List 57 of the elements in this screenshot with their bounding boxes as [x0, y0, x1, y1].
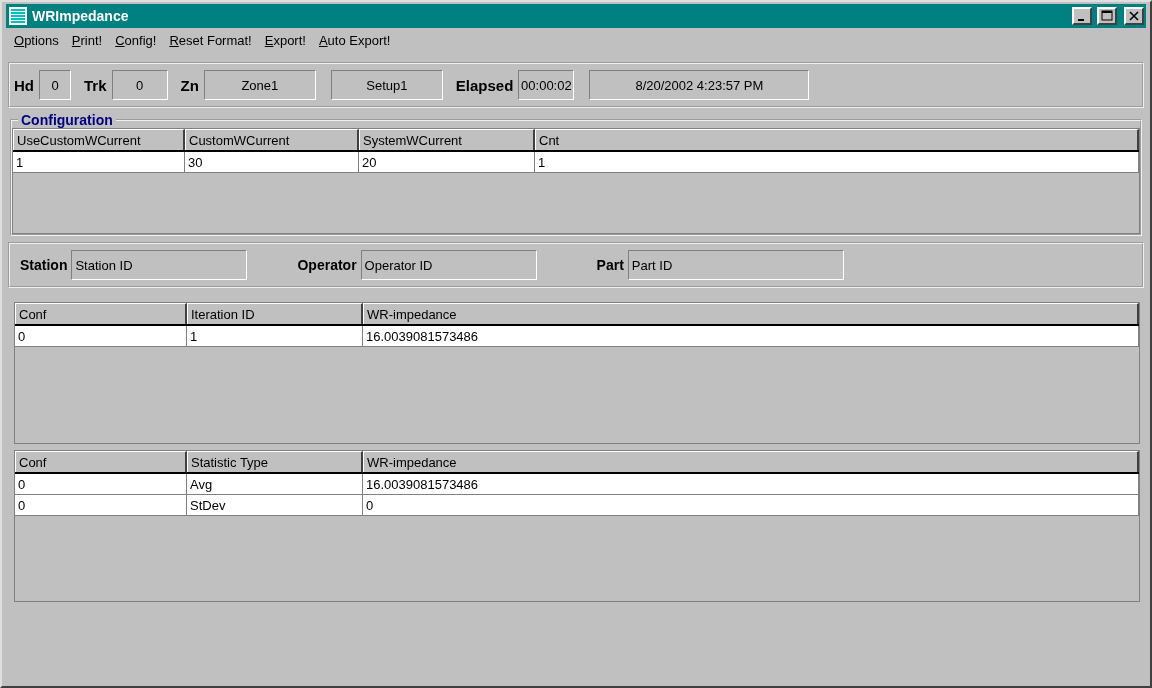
app-icon [9, 7, 27, 25]
table-cell: 0 [363, 495, 1139, 515]
maximize-button[interactable] [1097, 7, 1117, 25]
readout-field: 0 [111, 70, 168, 100]
id-field: Operator ID [360, 250, 537, 280]
field-label: Hd [14, 76, 34, 94]
field-label: Trk [84, 76, 107, 94]
window-title: WRImpedance [32, 8, 130, 24]
id-field: Station ID [71, 250, 248, 280]
column-header[interactable]: WR-impedance [363, 451, 1139, 472]
field-label: Elapsed [455, 76, 514, 94]
field-label: Zn [180, 76, 199, 94]
maximize-icon [1101, 10, 1113, 22]
readout-field: 0 [39, 70, 71, 100]
group-title: Configuration [20, 112, 114, 128]
minimize-icon [1077, 19, 1084, 21]
menu-item[interactable]: Config! [115, 33, 157, 51]
column-header[interactable]: Iteration ID [187, 303, 363, 324]
menu-item[interactable]: Reset Format! [169, 33, 252, 51]
column-header[interactable]: WR-impedance [363, 303, 1139, 324]
close-button[interactable] [1124, 7, 1144, 25]
column-header[interactable]: Statistic Type [187, 451, 363, 472]
column-header[interactable]: Cnt [535, 129, 1139, 150]
table-cell: Avg [187, 474, 363, 494]
menu-item[interactable]: Export! [264, 33, 306, 51]
table-cell: 0 [15, 495, 187, 515]
table-cell: 20 [359, 152, 535, 172]
column-header[interactable]: Conf [15, 451, 187, 472]
table-cell: 1 [187, 326, 363, 346]
menu-item[interactable]: Auto Export! [318, 33, 391, 51]
table-cell: 30 [185, 152, 359, 172]
menu-item[interactable]: Print! [71, 33, 103, 51]
table-cell: 0 [15, 326, 187, 346]
readout-field: Zone1 [203, 70, 316, 100]
minimize-button[interactable] [1072, 7, 1092, 25]
data-grid[interactable]: UseCustomWCurrent CustomWCurrent SystemWCurrent Cnt 1 30 20 1 [12, 128, 1140, 234]
table-cell: 1 [13, 152, 185, 172]
column-header[interactable]: SystemWCurrent [359, 129, 535, 150]
column-header[interactable]: Conf [15, 303, 187, 324]
table-cell: StDev [187, 495, 363, 515]
menu-item[interactable]: Options [14, 33, 59, 51]
table-cell: 16.0039081573486 [363, 326, 1139, 346]
data-grid[interactable]: Conf Iteration ID WR-impedance 0 1 16.0039081573486 [14, 302, 1140, 444]
close-icon [1129, 11, 1139, 21]
readout-field: Setup1 [330, 70, 443, 100]
readout-field: 00:00:02 [518, 70, 575, 100]
field-label: Operator [297, 257, 357, 273]
column-header[interactable]: UseCustomWCurrent [13, 129, 185, 150]
field-label: Station [20, 257, 68, 273]
table-cell: 16.0039081573486 [363, 474, 1139, 494]
readout-field: 8/20/2002 4:23:57 PM [589, 70, 810, 100]
id-field: Part ID [627, 250, 844, 280]
field-label: Part [596, 257, 624, 273]
table-cell: 1 [535, 152, 1139, 172]
column-header[interactable]: CustomWCurrent [185, 129, 359, 150]
data-grid[interactable]: Conf Statistic Type WR-impedance 0 Avg 16.0039081573486 0 StDev 0 [14, 450, 1140, 602]
table-cell: 0 [15, 474, 187, 494]
